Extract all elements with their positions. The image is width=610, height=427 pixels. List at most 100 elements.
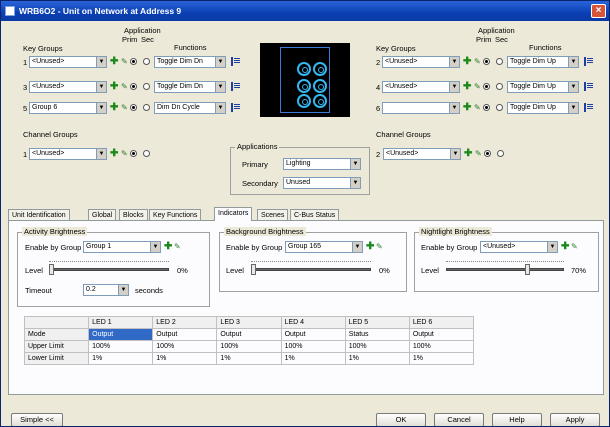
function-list-icon[interactable] [231, 57, 240, 66]
sec-radio[interactable] [143, 104, 150, 111]
table-cell[interactable]: 1% [216, 352, 282, 365]
slider-thumb[interactable] [525, 264, 530, 275]
sec-radio[interactable] [143, 83, 150, 90]
chevron-down-icon[interactable]: ▼ [449, 57, 459, 67]
chevron-down-icon[interactable]: ▼ [96, 149, 106, 159]
table-cell[interactable]: Status [344, 328, 410, 341]
primary-application-select[interactable]: Lighting ▼ [283, 158, 361, 170]
slider-thumb[interactable] [49, 264, 54, 275]
chevron-down-icon[interactable]: ▼ [215, 103, 225, 113]
chevron-down-icon[interactable]: ▼ [350, 159, 360, 169]
background-group-select[interactable]: Group 165 ▼ [285, 241, 363, 253]
activity-group-select[interactable]: Group 1 ▼ [83, 241, 161, 253]
chevron-down-icon[interactable]: ▼ [568, 82, 578, 92]
chevron-down-icon[interactable]: ▼ [450, 149, 460, 159]
channel-prim-radio[interactable] [130, 150, 137, 157]
plus-icon[interactable]: ✚ [110, 82, 118, 92]
function-select[interactable]: Toggle Dim Up ▼ [507, 81, 579, 93]
nightlight-group-select[interactable]: <Unused> ▼ [480, 241, 558, 253]
channel-group-select[interactable]: <Unused> ▼ [29, 148, 107, 160]
table-cell[interactable]: 1% [408, 352, 475, 365]
function-list-icon[interactable] [231, 82, 240, 91]
key-group-select[interactable]: ▼ [382, 102, 460, 114]
table-cell[interactable]: 1% [280, 352, 346, 365]
apply-button[interactable]: Apply [550, 413, 600, 426]
sec-radio[interactable] [496, 83, 503, 90]
pencil-icon[interactable]: ✎ [474, 82, 481, 92]
prim-radio[interactable] [130, 58, 137, 65]
secondary-application-select[interactable]: Unused ▼ [283, 177, 361, 189]
key-group-select[interactable]: <Unused> ▼ [29, 56, 107, 68]
prim-radio[interactable] [483, 58, 490, 65]
function-select[interactable]: Toggle Dim Dn ▼ [154, 81, 226, 93]
simple-button[interactable]: Simple << [11, 413, 63, 426]
chevron-down-icon[interactable]: ▼ [449, 103, 459, 113]
chevron-down-icon[interactable]: ▼ [568, 57, 578, 67]
sec-radio[interactable] [143, 58, 150, 65]
plus-icon[interactable]: ✚ [463, 57, 471, 67]
pencil-icon[interactable]: ✎ [121, 149, 128, 159]
plus-icon[interactable]: ✚ [110, 149, 118, 159]
chevron-down-icon[interactable]: ▼ [96, 57, 106, 67]
ok-button[interactable]: OK [376, 413, 426, 426]
chevron-down-icon[interactable]: ▼ [96, 82, 106, 92]
table-cell[interactable]: Output [408, 328, 475, 341]
table-cell[interactable]: Output [216, 328, 282, 341]
pencil-icon[interactable]: ✎ [474, 103, 481, 113]
chevron-down-icon[interactable]: ▼ [350, 178, 360, 188]
plus-icon[interactable]: ✚ [561, 242, 569, 252]
chevron-down-icon[interactable]: ▼ [568, 103, 578, 113]
plus-icon[interactable]: ✚ [366, 242, 374, 252]
table-cell[interactable]: Output [88, 328, 154, 341]
function-select[interactable]: Dim Dn Cycle ▼ [154, 102, 226, 114]
function-list-icon[interactable] [584, 103, 593, 112]
sec-radio[interactable] [496, 58, 503, 65]
prim-radio[interactable] [483, 104, 490, 111]
chevron-down-icon[interactable]: ▼ [150, 242, 160, 252]
function-list-icon[interactable] [584, 57, 593, 66]
pencil-icon[interactable]: ✎ [121, 82, 128, 92]
channel-group-select[interactable]: <Unused> ▼ [383, 148, 461, 160]
chevron-down-icon[interactable]: ▼ [118, 285, 128, 295]
pencil-icon[interactable]: ✎ [121, 103, 128, 113]
table-cell[interactable]: Output [152, 328, 218, 341]
prim-radio[interactable] [130, 104, 137, 111]
table-cell[interactable]: 100% [344, 340, 410, 353]
channel-sec-radio[interactable] [143, 150, 150, 157]
plus-icon[interactable]: ✚ [110, 57, 118, 67]
chevron-down-icon[interactable]: ▼ [215, 82, 225, 92]
prim-radio[interactable] [130, 83, 137, 90]
table-cell[interactable]: Output [280, 328, 346, 341]
close-button[interactable]: × [591, 4, 606, 18]
chevron-down-icon[interactable]: ▼ [547, 242, 557, 252]
channel-sec-radio[interactable] [497, 150, 504, 157]
plus-icon[interactable]: ✚ [110, 103, 118, 113]
plus-icon[interactable]: ✚ [463, 82, 471, 92]
table-cell[interactable]: 1% [152, 352, 218, 365]
function-select[interactable]: Toggle Dim Up ▼ [507, 102, 579, 114]
key-group-select[interactable]: Group 6 ▼ [29, 102, 107, 114]
function-list-icon[interactable] [231, 103, 240, 112]
table-cell[interactable]: 100% [88, 340, 154, 353]
table-cell[interactable]: 100% [152, 340, 218, 353]
function-select[interactable]: Toggle Dim Up ▼ [507, 56, 579, 68]
plus-icon[interactable]: ✚ [464, 149, 472, 159]
help-button[interactable]: Help [492, 413, 542, 426]
pencil-icon[interactable]: ✎ [475, 149, 482, 159]
table-cell[interactable]: 1% [344, 352, 410, 365]
chevron-down-icon[interactable]: ▼ [352, 242, 362, 252]
key-group-select[interactable]: <Unused> ▼ [382, 81, 460, 93]
table-cell[interactable]: 100% [280, 340, 346, 353]
nightlight-level-slider[interactable] [446, 261, 564, 275]
activity-level-slider[interactable] [49, 261, 169, 275]
pencil-icon[interactable]: ✎ [121, 57, 128, 67]
table-cell[interactable]: 100% [216, 340, 282, 353]
tab-indicators[interactable]: Indicators [214, 207, 253, 221]
title-bar[interactable]: WRB6O2 - Unit on Network at Address 9 × [1, 1, 609, 21]
background-level-slider[interactable] [251, 261, 371, 275]
chevron-down-icon[interactable]: ▼ [215, 57, 225, 67]
pencil-icon[interactable]: ✎ [474, 57, 481, 67]
sec-radio[interactable] [496, 104, 503, 111]
function-list-icon[interactable] [584, 82, 593, 91]
channel-prim-radio[interactable] [484, 150, 491, 157]
